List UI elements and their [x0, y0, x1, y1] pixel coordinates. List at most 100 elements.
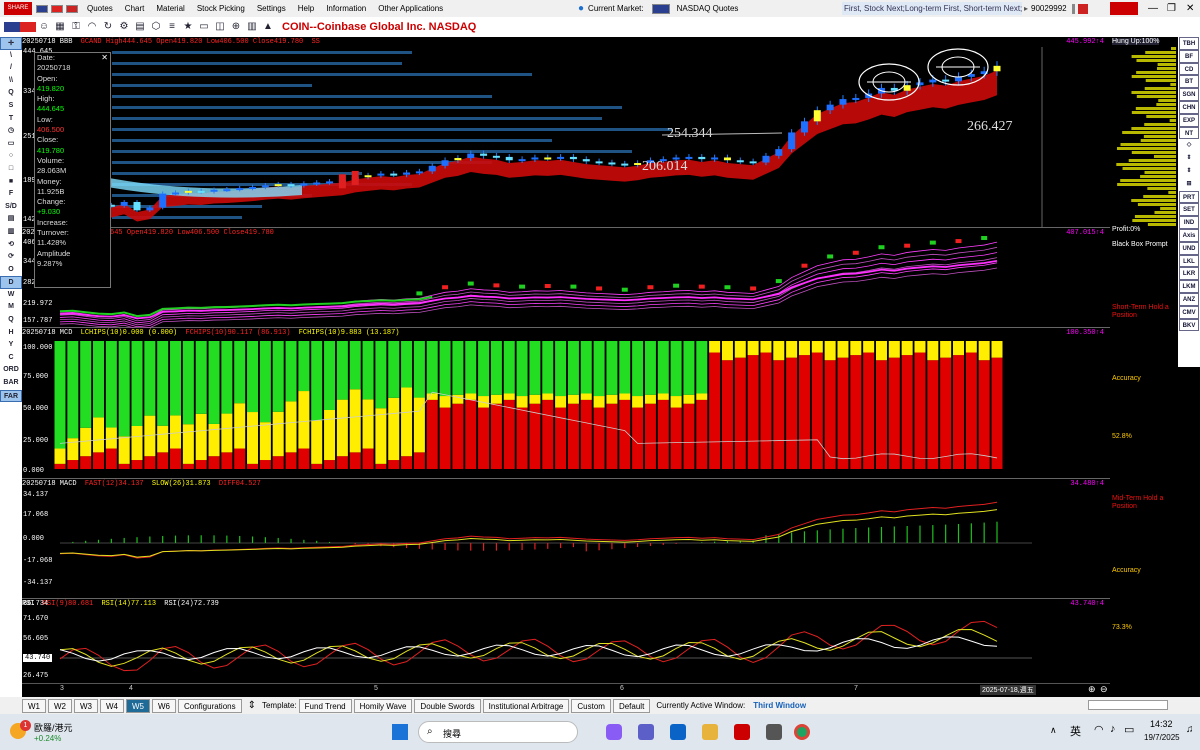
left-tool-6[interactable]: T — [0, 113, 22, 126]
left-tool-25[interactable]: C — [0, 352, 22, 365]
left-tool-19[interactable]: D — [0, 276, 22, 289]
grid-icon[interactable]: ▤ — [133, 20, 147, 34]
tag-icon[interactable]: ⬡ — [149, 20, 163, 34]
right-tool--10[interactable]: ⇕ — [1178, 165, 1200, 178]
chart-icon[interactable]: ▲ — [261, 20, 275, 34]
left-tool-3[interactable]: \\ — [0, 75, 22, 88]
lang-indicator[interactable]: 英 — [1070, 723, 1081, 739]
minimize-icon[interactable]: — — [1148, 3, 1158, 14]
star-icon[interactable]: ★ — [181, 20, 195, 34]
app-icon[interactable] — [766, 724, 782, 740]
tab-w2[interactable]: W2 — [48, 698, 72, 713]
right-tool-cmv-21[interactable]: CMV — [1179, 305, 1199, 319]
left-tool-9[interactable]: ○ — [0, 150, 22, 163]
menu-material[interactable]: Material — [156, 4, 184, 13]
right-tool-exp-6[interactable]: EXP — [1179, 113, 1199, 127]
lock-icon[interactable]: ⚿ — [69, 20, 83, 34]
tile-icon[interactable]: ▥ — [245, 20, 259, 34]
template-custom[interactable]: Custom — [571, 698, 611, 713]
pane-bbb[interactable]: 20250718 BBB GCAND High444.645 Open419.8… — [22, 37, 1110, 228]
template-fund-trend[interactable]: Fund Trend — [298, 698, 352, 713]
left-tool-11[interactable]: ■ — [0, 176, 22, 189]
zoom-out-icon[interactable]: ⊖ — [1100, 684, 1108, 695]
teams-icon[interactable] — [638, 724, 654, 740]
bbb-chart-svg[interactable]: 254.344 206.014 266.427 — [22, 37, 1110, 228]
right-tool-cd-2[interactable]: CD — [1179, 62, 1199, 76]
refresh-icon[interactable]: ↻ — [101, 20, 115, 34]
copilot-icon[interactable] — [606, 724, 622, 740]
right-tool-prt-12[interactable]: PRT — [1179, 190, 1199, 204]
left-tool-21[interactable]: M — [0, 301, 22, 314]
left-tool-24[interactable]: Y — [0, 339, 22, 352]
us-market-icon[interactable] — [4, 22, 20, 32]
us-flag-icon[interactable] — [36, 4, 48, 13]
left-tool-17[interactable]: ⟳ — [0, 251, 22, 264]
left-tool-0[interactable]: ✛ — [0, 37, 22, 50]
left-tool-13[interactable]: S/D — [0, 201, 22, 214]
right-tool-tbh-0[interactable]: TBH — [1179, 37, 1199, 50]
right-tool-lkm-19[interactable]: LKM — [1179, 280, 1199, 293]
right-tool-nt-7[interactable]: NT — [1179, 126, 1199, 140]
tb-chart-svg[interactable] — [22, 228, 1110, 328]
market-name[interactable]: NASDAQ Quotes — [677, 4, 739, 13]
horizontal-scrollbar[interactable] — [1088, 700, 1168, 710]
left-tool-1[interactable]: \ — [0, 50, 22, 63]
right-tool-anz-20[interactable]: ANZ — [1179, 292, 1199, 306]
left-tool-7[interactable]: ◷ — [0, 125, 22, 138]
stock-name[interactable]: 歐羅/港元 — [34, 721, 73, 734]
right-tool--11[interactable]: ⊞ — [1178, 178, 1200, 191]
left-tool-28[interactable]: FAR — [0, 389, 22, 403]
right-tool-chn-5[interactable]: CHN — [1179, 100, 1199, 114]
right-tool-ind-14[interactable]: IND — [1179, 216, 1199, 229]
tab-w6[interactable]: W6 — [152, 698, 176, 713]
left-tool-4[interactable]: Q — [0, 87, 22, 100]
chart-area[interactable]: 20250718 BBB GCAND High444.645 Open419.8… — [22, 37, 1110, 697]
right-tool--9[interactable]: ⇕ — [1178, 152, 1200, 165]
pane-mcd[interactable]: 20250718 MCD LCHIPS(10)0.000 (0.000) FCH… — [22, 328, 1110, 479]
windows-start-icon[interactable] — [392, 724, 408, 740]
template-institutional-arbitrage[interactable]: Institutional Arbitrage — [482, 698, 570, 713]
search-box[interactable]: ⌕ 搜尋 — [418, 721, 578, 743]
battery-icon[interactable]: ▭ — [1124, 723, 1134, 736]
tab-w5[interactable]: W5 — [126, 698, 150, 713]
left-tool-2[interactable]: / — [0, 62, 22, 75]
wifi-tray-icon[interactable]: ◠ — [1094, 723, 1104, 736]
left-tool-27[interactable]: BAR — [0, 377, 22, 390]
menu-quotes[interactable]: Quotes — [87, 4, 113, 13]
right-tool-set-13[interactable]: SET — [1179, 203, 1199, 217]
left-tool-15[interactable]: ▥ — [0, 226, 22, 239]
left-tool-18[interactable]: O — [0, 264, 22, 277]
macd-chart-svg[interactable] — [22, 479, 1110, 599]
pane-rsi[interactable]: RSI RSI(9)80.681 RSI(14)77.113 RSI(24)72… — [22, 599, 1110, 683]
tab-w1[interactable]: W1 — [22, 698, 46, 713]
right-tool-bt-3[interactable]: BT — [1179, 75, 1199, 89]
template-homily-wave[interactable]: Homily Wave — [353, 698, 413, 713]
right-tool-lkr-18[interactable]: LKR — [1179, 267, 1199, 281]
layers-icon[interactable]: ◫ — [213, 20, 227, 34]
rsi-chart-svg[interactable] — [22, 599, 1110, 683]
ticker-arrow-icon[interactable]: ▸ — [1024, 4, 1028, 13]
volume-icon[interactable]: ♪ — [1110, 723, 1116, 735]
left-tool-10[interactable]: □ — [0, 163, 22, 176]
ca-market-icon[interactable] — [20, 22, 36, 32]
menu-settings[interactable]: Settings — [257, 4, 286, 13]
tab-w4[interactable]: W4 — [100, 698, 124, 713]
menu-information[interactable]: Information — [326, 4, 366, 13]
wifi-icon[interactable]: ◠ — [85, 20, 99, 34]
list-icon[interactable]: ≡ — [165, 20, 179, 34]
popup-close-icon[interactable]: ✕ — [101, 53, 108, 63]
menu-other-applications[interactable]: Other Applications — [378, 4, 443, 13]
left-tool-5[interactable]: S — [0, 100, 22, 113]
template-default[interactable]: Default — [612, 698, 651, 713]
canada-flag-icon[interactable] — [51, 4, 63, 13]
settings-icon[interactable]: ⚙ — [117, 20, 131, 34]
menu-help[interactable]: Help — [298, 4, 314, 13]
right-tool-bkv-22[interactable]: BKV — [1179, 318, 1199, 332]
left-tool-16[interactable]: ⟲ — [0, 239, 22, 252]
menu-stock-picking[interactable]: Stock Picking — [197, 4, 245, 13]
right-tool--8[interactable]: ◇ — [1178, 139, 1200, 152]
right-tool-bf-1[interactable]: BF — [1179, 49, 1199, 63]
left-tool-22[interactable]: Q — [0, 314, 22, 327]
tray-up-icon[interactable]: ∧ — [1050, 725, 1057, 736]
tab-w3[interactable]: W3 — [74, 698, 98, 713]
